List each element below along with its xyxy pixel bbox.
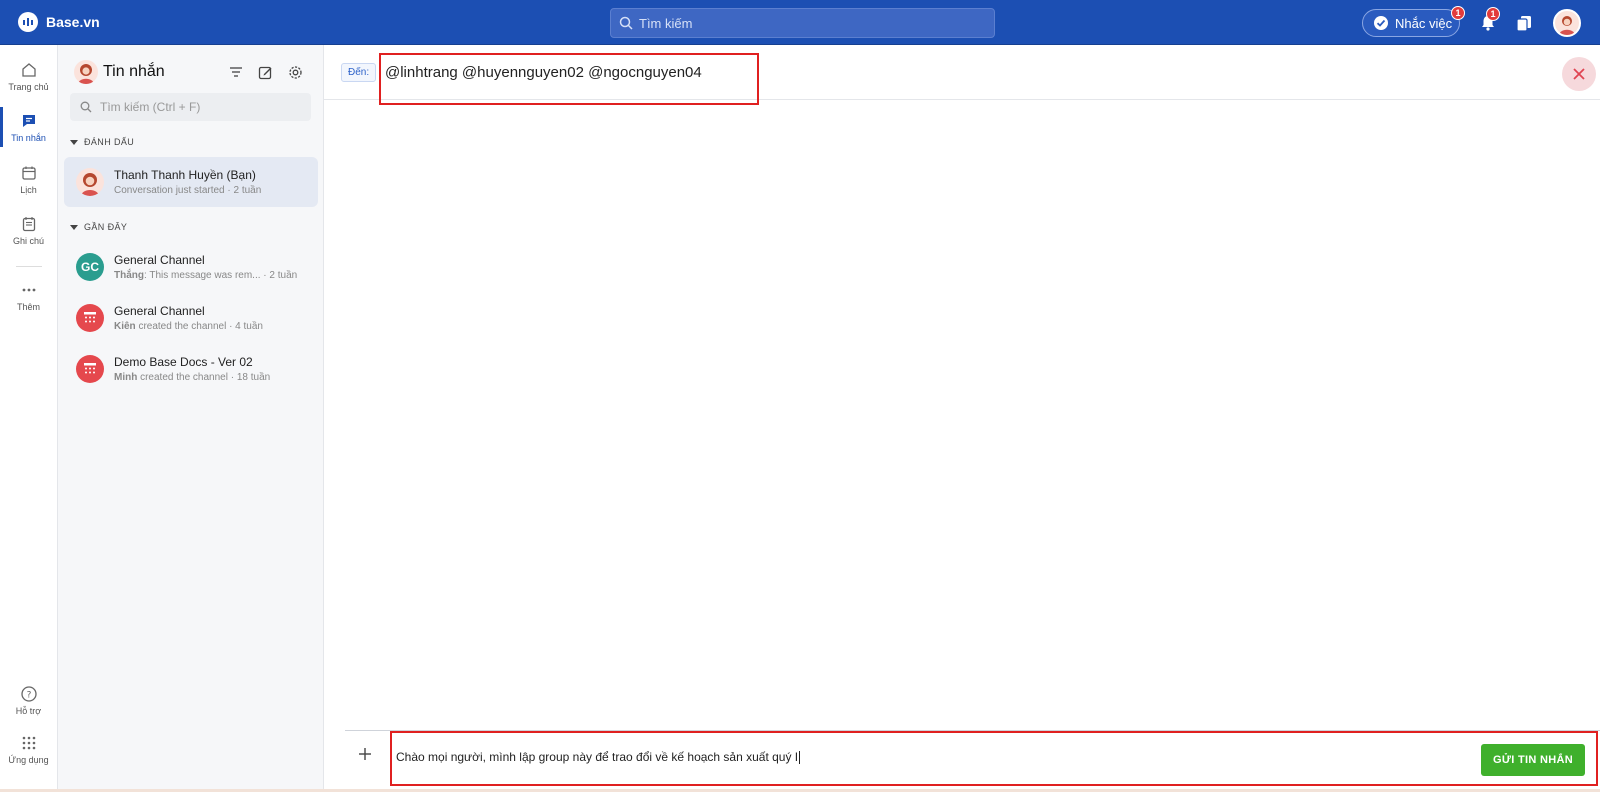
more-icon [22,288,35,292]
conversation-name: Demo Base Docs - Ver 02 [114,355,253,369]
base-logo-icon [18,12,38,32]
rail-item-notes[interactable]: Ghi chú [0,215,57,246]
close-button[interactable] [1562,57,1596,91]
panel-title: Tin nhắn [103,63,165,80]
rail-item-calendar[interactable]: Lịch [0,164,57,195]
calendar-icon [21,166,36,180]
notes-icon [22,217,35,232]
conversation-preview: Thắng: This message was rem... · 2 tuần [114,270,298,281]
section-recent-toggle[interactable]: GẦN ĐÂY [70,222,127,232]
close-icon [1573,68,1585,80]
rail-label-more: Thêm [16,302,40,312]
rail-label-messages: Tin nhắn [11,133,46,143]
rail-item-more[interactable]: Thêm [0,281,57,312]
apps-grid-icon [22,736,35,750]
attach-plus-icon[interactable] [354,743,376,765]
conversation-name: General Channel [114,304,205,318]
search-icon [80,101,92,113]
help-icon: ? [20,686,37,702]
conversation-preview: Minh created the channel · 18 tuần [114,372,271,383]
send-message-button[interactable]: GỬI TIN NHẮN [1481,744,1585,776]
brand-name: Base.vn [46,14,100,30]
text-caret [799,751,801,765]
panel-search-input[interactable]: Tìm kiếm (Ctrl + F) [70,93,311,121]
rail-item-apps[interactable]: Ứng dụng [0,734,57,765]
rail-label-home: Trang chủ [8,82,49,92]
conversation-name: Thanh Thanh Huyền (Bạn) [114,168,256,182]
home-icon [21,63,36,77]
rail-item-help[interactable]: ? Hỗ trợ [0,685,57,716]
conversation-name: General Channel [114,253,205,267]
user-avatar[interactable] [1553,9,1581,37]
remind-badge: 1 [1451,6,1465,20]
global-search-placeholder: Tìm kiếm [639,15,693,31]
panel-user-avatar [74,60,98,84]
rail-divider [16,266,42,267]
remind-label: Nhắc việc [1395,15,1453,31]
check-clock-icon [1374,16,1388,30]
calendar-grid-icon [76,355,104,383]
chat-icon [22,115,35,127]
recipient-bar: Đến: @linhtrang @huyennguyen02 @ngocnguy… [324,45,1600,105]
global-search-input[interactable]: Tìm kiếm [610,8,995,38]
conversation-item[interactable]: General Channel Kiên created the channel… [64,293,318,343]
remind-button[interactable]: Nhắc việc [1362,9,1460,37]
section-recent-label: GẦN ĐÂY [84,222,128,232]
panel-search-placeholder: Tìm kiếm (Ctrl + F) [100,100,201,114]
left-rail: Trang chủ Tin nhắn Lịch Ghi chú Thêm ? H… [0,45,58,792]
filter-icon[interactable] [227,63,245,81]
calendar-grid-icon [76,304,104,332]
section-pinned-toggle[interactable]: ĐÁNH DẤU [70,137,134,147]
message-input[interactable]: Chào mọi người, mình lập group này để tr… [396,750,801,765]
conversation-item[interactable]: GC General Channel Thắng: This message w… [64,242,318,292]
caret-down-icon [70,225,78,230]
to-label: Đến: [341,63,377,82]
conversation-item[interactable]: Thanh Thanh Huyền (Bạn) Conversation jus… [64,157,318,207]
conversation-avatar: GC [76,253,104,281]
messages-panel: Tin nhắn Tìm kiếm (Ctrl + F) ĐÁNH DẤU Th… [58,45,324,792]
section-pinned-label: ĐÁNH DẤU [84,137,135,147]
conversation-preview: Conversation just started · 2 tuần [114,185,262,196]
copy-icon[interactable] [1513,12,1535,34]
conversation-item[interactable]: Demo Base Docs - Ver 02 Minh created the… [64,344,318,394]
compose-icon[interactable] [256,63,274,81]
settings-gear-icon[interactable] [286,63,304,81]
rail-item-messages[interactable]: Tin nhắn [0,112,57,143]
conversation-avatar [76,168,104,196]
conversation-preview: Kiên created the channel · 4 tuần [114,321,263,332]
rail-label-apps: Ứng dụng [8,755,49,765]
top-bar: Base.vn Tìm kiếm Nhắc việc 1 1 [0,0,1600,45]
rail-label-calendar: Lịch [20,185,37,195]
recipient-input[interactable]: @linhtrang @huyennguyen02 @ngocnguyen04 [385,64,702,81]
svg-text:?: ? [26,691,31,701]
notification-badge: 1 [1486,7,1500,21]
rail-label-notes: Ghi chú [12,236,45,246]
chat-main: Đến: @linhtrang @huyennguyen02 @ngocnguy… [324,45,1600,792]
rail-label-help: Hỗ trợ [15,706,42,716]
search-icon [619,16,633,30]
caret-down-icon [70,140,78,145]
brand-logo-link[interactable]: Base.vn [18,12,100,32]
rail-item-home[interactable]: Trang chủ [0,61,57,92]
